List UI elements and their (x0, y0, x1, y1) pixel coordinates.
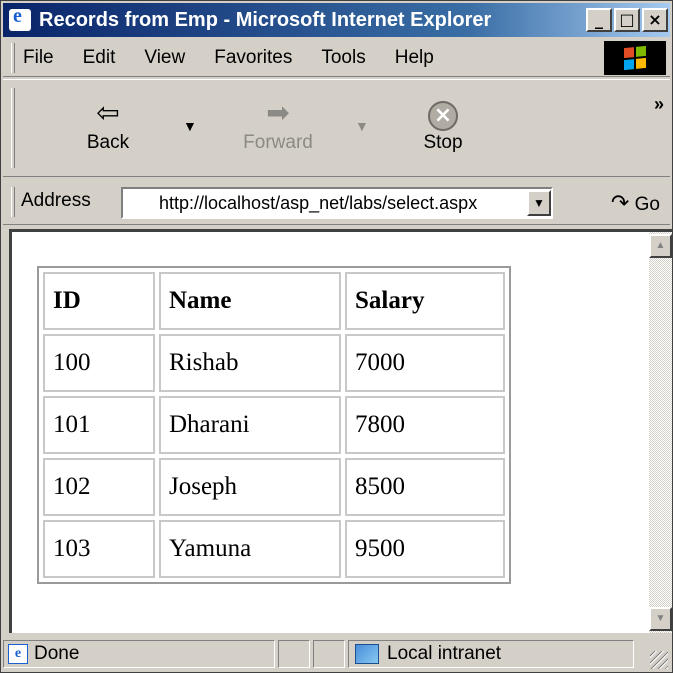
ie-logo-icon (9, 5, 31, 31)
back-label: Back (86, 132, 130, 153)
header-cell: Name (159, 272, 341, 330)
address-dropdown-button[interactable]: ▼ (527, 190, 551, 216)
back-dropdown-icon[interactable]: ▼ (183, 118, 197, 134)
go-label: Go (634, 194, 660, 215)
table-header-row: ID Name Salary (43, 272, 505, 330)
page-done-icon: e (8, 644, 28, 664)
stop-icon: × (428, 101, 458, 131)
close-button[interactable]: × (642, 8, 668, 32)
zone-text: Local intranet (387, 643, 502, 664)
table-cell: 8500 (345, 458, 505, 516)
records-table: ID Name Salary 100 Rishab 7000 101 Dhara… (37, 266, 511, 584)
window-title: Records from Emp - Microsoft Internet Ex… (39, 8, 492, 31)
intranet-zone-icon (355, 644, 379, 664)
maximize-button[interactable]: □ (614, 8, 640, 32)
scroll-down-icon[interactable]: ▼ (649, 607, 672, 631)
toolbar-overflow-icon[interactable]: » (654, 94, 664, 115)
address-input[interactable]: http://localhost/asp_net/labs/select.asp… (121, 187, 553, 219)
status-bar: e Done Local intranet (3, 637, 670, 671)
standard-toolbar: ⇦ Back ▼ ➡ Forward ▼ × Stop » (3, 79, 670, 177)
header-cell: ID (43, 272, 155, 330)
resize-grip-icon[interactable] (650, 651, 668, 669)
stop-label: Stop (423, 132, 463, 153)
toolbar-grip[interactable] (11, 88, 15, 168)
title-bar[interactable]: Records from Emp - Microsoft Internet Ex… (3, 3, 670, 37)
menu-tools[interactable]: Tools (321, 47, 365, 69)
table-row: 103 Yamuna 9500 (43, 520, 505, 578)
arrow-right-icon: ➡ (266, 97, 290, 128)
toolbar-grip[interactable] (11, 187, 15, 217)
table-row: 102 Joseph 8500 (43, 458, 505, 516)
back-button[interactable]: ⇦ Back (73, 94, 143, 154)
table-cell: 101 (43, 396, 155, 454)
table-row: 100 Rishab 7000 (43, 334, 505, 392)
security-zone-pane: Local intranet (348, 640, 634, 668)
table-cell: 7800 (345, 396, 505, 454)
stop-button[interactable]: × Stop (408, 94, 478, 154)
forward-button[interactable]: ➡ Forward (233, 94, 323, 154)
table-row: 101 Dharani 7800 (43, 396, 505, 454)
menu-bar: File Edit View Favorites Tools Help (3, 39, 670, 77)
browser-window: Records from Emp - Microsoft Internet Ex… (0, 0, 673, 673)
go-arrow-icon: ↷ (610, 190, 630, 215)
address-bar: Address http://localhost/asp_net/labs/se… (3, 179, 670, 225)
status-pane (313, 640, 345, 668)
address-url: http://localhost/asp_net/labs/select.asp… (159, 193, 478, 213)
table-cell: 9500 (345, 520, 505, 578)
go-button[interactable]: ↷ Go (611, 190, 660, 216)
windows-logo-icon (624, 45, 646, 71)
menu-edit[interactable]: Edit (83, 47, 116, 69)
table-cell: Yamuna (159, 520, 341, 578)
table-cell: 100 (43, 334, 155, 392)
table-cell: 102 (43, 458, 155, 516)
throbber (604, 41, 666, 75)
status-main-pane: e Done (3, 640, 275, 668)
address-label: Address (21, 190, 91, 211)
table-cell: 7000 (345, 334, 505, 392)
minimize-button[interactable]: _ (586, 8, 612, 32)
vertical-scrollbar[interactable]: ▲ ▼ (649, 229, 672, 633)
status-pane (278, 640, 310, 668)
forward-label: Forward (243, 132, 313, 153)
menu-favorites[interactable]: Favorites (214, 47, 292, 69)
arrow-left-icon: ⇦ (96, 97, 120, 128)
page-content: ID Name Salary 100 Rishab 7000 101 Dhara… (9, 229, 649, 633)
table-cell: Joseph (159, 458, 341, 516)
menu-view[interactable]: View (144, 47, 185, 69)
window-controls: _ □ × (586, 8, 668, 32)
toolbar-grip[interactable] (11, 42, 15, 73)
forward-dropdown-icon[interactable]: ▼ (355, 118, 369, 134)
scroll-up-icon[interactable]: ▲ (649, 234, 672, 258)
status-text: Done (34, 643, 80, 664)
menu-file[interactable]: File (23, 47, 54, 69)
table-cell: Rishab (159, 334, 341, 392)
table-cell: 103 (43, 520, 155, 578)
table-cell: Dharani (159, 396, 341, 454)
header-cell: Salary (345, 272, 505, 330)
menu-help[interactable]: Help (395, 47, 434, 69)
